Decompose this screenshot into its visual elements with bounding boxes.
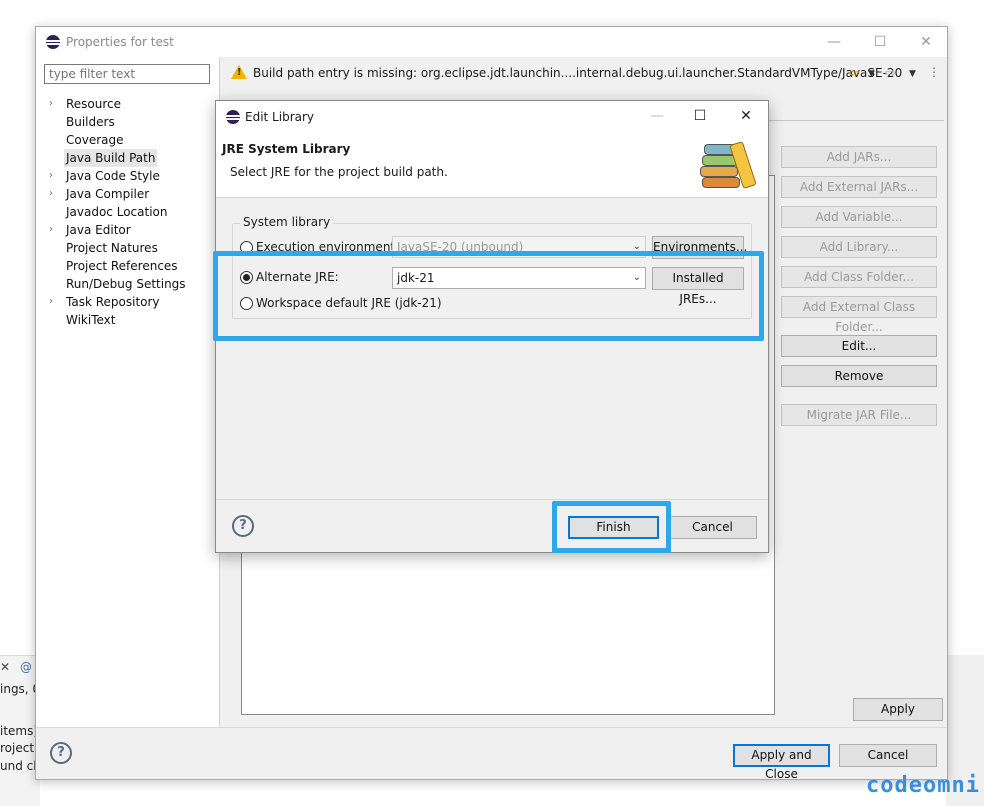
finish-highlight [552, 501, 671, 553]
build-path-action-button[interactable]: Add Class Folder... [781, 266, 937, 288]
watermark: codeomni [866, 773, 980, 798]
chevron-right-icon[interactable]: › [49, 221, 57, 239]
chevron-right-icon[interactable]: › [49, 185, 57, 203]
chevron-right-icon[interactable]: › [49, 167, 57, 185]
build-path-action-button[interactable]: Edit... [781, 335, 937, 357]
problems-item-text: roject [0, 741, 35, 755]
group-label: System library [240, 215, 334, 229]
filter-input[interactable] [44, 64, 210, 84]
tree-item[interactable]: Java Code Style [64, 167, 162, 185]
library-books-icon [700, 140, 762, 194]
properties-footer: ? Apply and Close Cancel [36, 727, 947, 781]
at-icon[interactable]: @ [20, 660, 34, 678]
close-icon[interactable]: ✕ [723, 101, 769, 131]
tree-item[interactable]: Project Natures [64, 239, 160, 257]
cancel-button[interactable]: Cancel [668, 516, 757, 539]
apply-and-close-button[interactable]: Apply and Close [733, 744, 830, 781]
build-path-action-button[interactable]: Add External JARs... [781, 176, 937, 198]
chevron-right-icon[interactable]: › [49, 95, 57, 113]
back-arrow-icon[interactable]: ⇦ [849, 66, 860, 81]
tree-item[interactable]: Java Editor [64, 221, 133, 239]
warning-message: Build path entry is missing: org.eclipse… [253, 66, 903, 80]
cancel-button[interactable]: Cancel [839, 744, 937, 767]
apply-button[interactable]: Apply [853, 698, 943, 721]
build-path-action-button[interactable]: Remove [781, 365, 937, 387]
problems-item-text: items) [0, 724, 39, 738]
tree-item[interactable]: Task Repository [64, 293, 162, 311]
jre-options-highlight [213, 251, 764, 341]
properties-titlebar: Properties for test — ☐ ✕ [36, 27, 947, 57]
dialog-header: JRE System Library Select JRE for the pr… [216, 132, 768, 198]
tree-item[interactable]: Java Compiler [64, 185, 151, 203]
tree-item[interactable]: Project References [64, 257, 180, 275]
window-title: Properties for test [66, 35, 174, 49]
minimize-icon[interactable]: — [634, 101, 680, 131]
chevron-down-icon[interactable]: ▼ [868, 69, 875, 79]
dialog-titlebar: Edit Library — ☐ ✕ [216, 101, 768, 132]
maximize-icon[interactable]: ☐ [857, 27, 903, 57]
header-subtitle: Select JRE for the project build path. [230, 165, 448, 179]
help-icon[interactable]: ? [50, 742, 72, 764]
tree-item[interactable]: Javadoc Location [64, 203, 169, 221]
build-path-action-button[interactable]: Add External Class Folder... [781, 296, 937, 334]
minimize-icon[interactable]: — [811, 27, 857, 57]
dialog-title: Edit Library [245, 110, 315, 124]
eclipse-logo-icon [226, 110, 240, 124]
tree-item[interactable]: Run/Debug Settings [64, 275, 188, 293]
build-path-action-button[interactable]: Add JARs... [781, 146, 937, 168]
tree-item[interactable]: Builders [64, 113, 117, 131]
forward-arrow-icon[interactable]: ⇨ [885, 66, 896, 81]
build-path-action-button[interactable]: Migrate JAR File... [781, 404, 937, 426]
build-path-action-button[interactable]: Add Variable... [781, 206, 937, 228]
warning-icon [231, 65, 247, 79]
property-pages-pane: › ResourceBuildersCoverageJava Build Path… [36, 57, 220, 727]
build-path-action-button[interactable]: Add Library... [781, 236, 937, 258]
tree-item[interactable]: WikiText [64, 311, 118, 329]
eclipse-logo-icon [46, 35, 60, 49]
tree-item[interactable]: Coverage [64, 131, 126, 149]
dialog-footer-separator [216, 499, 768, 500]
close-icon[interactable]: ✕ [903, 27, 949, 57]
chevron-right-icon[interactable]: › [49, 293, 57, 311]
tree-item[interactable]: Resource [64, 95, 123, 113]
close-icon[interactable]: ✕ [0, 660, 12, 678]
more-menu-icon[interactable]: ⋮ [928, 65, 940, 79]
tree-item[interactable]: Java Build Path [64, 149, 158, 167]
warning-bar: Build path entry is missing: org.eclipse… [221, 57, 947, 91]
maximize-icon[interactable]: ☐ [677, 101, 723, 131]
help-icon[interactable]: ? [232, 515, 254, 537]
header-title: JRE System Library [222, 142, 351, 156]
chevron-down-icon[interactable]: ▼ [909, 69, 916, 79]
